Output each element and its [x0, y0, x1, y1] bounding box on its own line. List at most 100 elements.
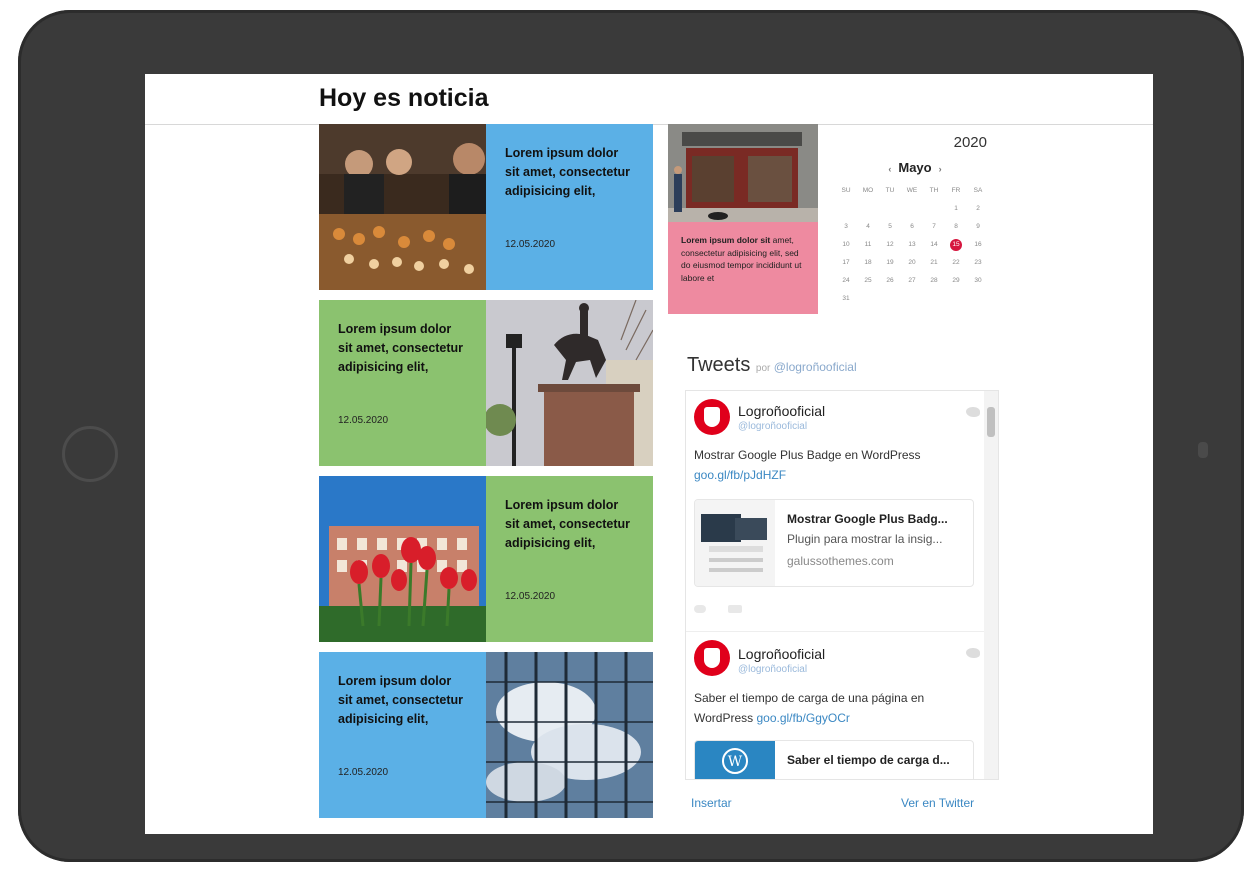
news-text-4: Lorem ipsum dolor sit amet, consectetur … [319, 652, 486, 818]
calendar-day[interactable]: 1 [945, 203, 967, 215]
news-text-2: Lorem ipsum dolor sit amet, consectetur … [319, 300, 486, 466]
calendar-month-nav: ‹ Mayo › [835, 160, 995, 175]
weekday-label: SA [973, 187, 983, 194]
calendar-day[interactable]: 24 [835, 275, 857, 287]
calendar-day[interactable]: 7 [923, 221, 945, 233]
news-title[interactable]: Lorem ipsum dolor sit amet, consectetur … [338, 320, 468, 377]
calendar-day[interactable]: 12 [879, 239, 901, 251]
calendar-empty [857, 203, 879, 215]
news-date: 12.05.2020 [505, 591, 556, 602]
weekday-label: TU [885, 187, 895, 194]
news-card-4[interactable]: Lorem ipsum dolor sit amet, consectetur … [319, 652, 653, 818]
link-preview-image [695, 500, 775, 586]
calendar-empty [835, 203, 857, 215]
tweets-handle-link[interactable]: @logroñooficial [774, 360, 857, 374]
calendar-day[interactable]: 11 [857, 239, 879, 251]
link-preview-card[interactable]: W Saber el tiempo de carga d... [694, 740, 974, 779]
calendar-day[interactable]: 23 [967, 257, 989, 269]
calendar-day[interactable]: 17 [835, 257, 857, 269]
calendar-day[interactable]: 5 [879, 221, 901, 233]
news-title[interactable]: Lorem ipsum dolor sit amet, consectetur … [505, 496, 635, 553]
calendar-day[interactable]: 31 [835, 293, 857, 305]
news-image-tulips[interactable] [319, 476, 486, 642]
calendar-day[interactable]: 18 [857, 257, 879, 269]
calendar-day[interactable]: 29 [945, 275, 967, 287]
weekday-label: TH [929, 187, 939, 194]
twitter-timeline[interactable]: Logroñooficial @logroñooficial Mostrar G… [685, 390, 999, 780]
tweet-link[interactable]: goo.gl/fb/pJdHZF [694, 468, 786, 482]
link-preview-title: Mostrar Google Plus Badg... [787, 512, 948, 526]
camera-icon [1198, 442, 1208, 458]
tweet-1[interactable]: Logroñooficial @logroñooficial Mostrar G… [686, 391, 984, 632]
news-card-3[interactable]: Lorem ipsum dolor sit amet, consectetur … [319, 476, 653, 642]
calendar-day[interactable]: 21 [923, 257, 945, 269]
calendar-day[interactable]: 20 [901, 257, 923, 269]
calendar-day[interactable]: 30 [967, 275, 989, 287]
news-date: 12.05.2020 [338, 767, 389, 778]
calendar-day[interactable]: 26 [879, 275, 901, 287]
next-month-button[interactable]: › [939, 164, 942, 174]
calendar-empty [879, 203, 901, 215]
tweet-text: Saber el tiempo de carga de una página e… [694, 688, 974, 728]
avatar[interactable] [694, 399, 730, 435]
news-card-1[interactable]: Lorem ipsum dolor sit amet, consectetur … [319, 124, 653, 290]
news-card-2[interactable]: Lorem ipsum dolor sit amet, consectetur … [319, 300, 653, 466]
calendar-day[interactable]: 8 [945, 221, 967, 233]
twitter-bird-icon[interactable] [966, 648, 980, 658]
tweet-author-name[interactable]: Logroñooficial [738, 403, 825, 419]
link-preview-title: Saber el tiempo de carga d... [787, 753, 950, 767]
calendar-day[interactable]: 9 [967, 221, 989, 233]
calendar-day[interactable]: 13 [901, 239, 923, 251]
tweet-2[interactable]: Logroñooficial @logroñooficial Saber el … [686, 632, 984, 779]
retweet-icon[interactable] [728, 605, 742, 613]
calendar-day[interactable]: 14 [923, 239, 945, 251]
calendar-day[interactable]: 19 [879, 257, 901, 269]
calendar-empty [923, 203, 945, 215]
tweet-link[interactable]: goo.gl/fb/GgyOCr [756, 711, 849, 725]
calendar-year: 2020 [953, 134, 987, 151]
calendar-day[interactable]: 25 [857, 275, 879, 287]
link-preview-card[interactable]: Mostrar Google Plus Badg... Plugin para … [694, 499, 974, 587]
calendar-month: Mayo [898, 160, 932, 175]
screen: Hoy es noticia Lorem ipsum dolor sit ame… [145, 74, 1153, 834]
embed-link[interactable]: Insertar [691, 796, 732, 810]
calendar-day[interactable]: 3 [835, 221, 857, 233]
calendar-day[interactable]: 15 [950, 239, 962, 251]
featured-image-shop[interactable] [668, 124, 818, 222]
view-on-twitter-link[interactable]: Ver en Twitter [901, 796, 974, 810]
featured-text-bold[interactable]: Lorem ipsum dolor sit [681, 235, 770, 245]
tweets-heading: Tweets [687, 354, 751, 376]
prev-month-button[interactable]: ‹ [888, 164, 891, 174]
weekday-label: FR [951, 187, 961, 194]
tweet-author-handle[interactable]: @logroñooficial [738, 421, 807, 432]
calendar-day[interactable]: 28 [923, 275, 945, 287]
calendar-day[interactable]: 22 [945, 257, 967, 269]
tweet-text-body: Mostrar Google Plus Badge en WordPress [694, 448, 921, 462]
featured-text: Lorem ipsum dolor sit amet, consectetur … [668, 222, 818, 314]
weekday-label: WE [906, 187, 918, 194]
featured-news-card[interactable]: Lorem ipsum dolor sit amet, consectetur … [668, 124, 818, 314]
news-title[interactable]: Lorem ipsum dolor sit amet, consectetur … [338, 672, 468, 729]
tweets-by-label: por [755, 363, 771, 374]
calendar-day[interactable]: 6 [901, 221, 923, 233]
svg-text:W: W [728, 754, 743, 770]
calendar-day[interactable]: 16 [967, 239, 989, 251]
news-image-statue[interactable] [486, 300, 653, 466]
reply-icon[interactable] [694, 605, 706, 613]
home-button[interactable] [62, 426, 118, 482]
news-text-1: Lorem ipsum dolor sit amet, consectetur … [486, 124, 653, 290]
tweet-author-handle[interactable]: @logroñooficial [738, 664, 807, 675]
news-image-glass-building[interactable] [486, 652, 653, 818]
twitter-bird-icon[interactable] [966, 407, 980, 417]
calendar-day[interactable]: 4 [857, 221, 879, 233]
calendar-day[interactable]: 10 [835, 239, 857, 251]
avatar[interactable] [694, 640, 730, 676]
scrollbar-thumb[interactable] [987, 407, 995, 437]
page-header: Hoy es noticia [145, 74, 1153, 125]
tweet-author-name[interactable]: Logroñooficial [738, 646, 825, 662]
timeline-scrollbar[interactable] [984, 391, 998, 779]
news-title[interactable]: Lorem ipsum dolor sit amet, consectetur … [505, 144, 635, 201]
news-image-market[interactable] [319, 124, 486, 290]
calendar-day[interactable]: 2 [967, 203, 989, 215]
calendar-day[interactable]: 27 [901, 275, 923, 287]
